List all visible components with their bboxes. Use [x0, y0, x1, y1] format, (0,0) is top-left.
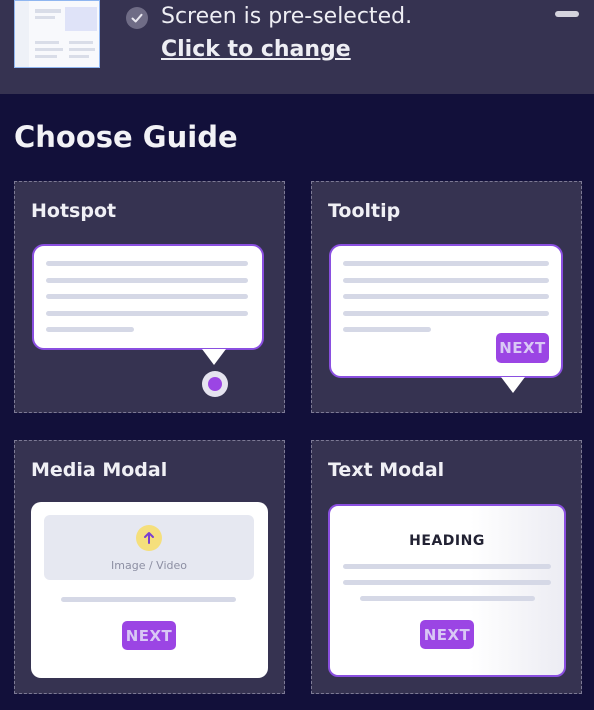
minimize-icon[interactable]: [555, 11, 579, 17]
text-line: [343, 327, 431, 332]
text-line: [343, 261, 549, 266]
text-line: [343, 580, 551, 585]
guide-card-hotspot[interactable]: Hotspot: [14, 181, 285, 413]
guide-card-title: Media Modal: [31, 459, 168, 481]
text-line: [46, 311, 248, 316]
upload-arrow-icon: [136, 525, 162, 551]
text-line: [46, 278, 248, 283]
text-line: [343, 278, 549, 283]
guide-card-title: Hotspot: [31, 200, 117, 222]
next-button: NEXT: [420, 620, 474, 649]
text-line: [46, 261, 248, 266]
guide-card-text-modal[interactable]: Text Modal HEADING NEXT: [311, 440, 582, 694]
text-line: [343, 294, 549, 299]
text-modal-preview: HEADING NEXT: [328, 504, 566, 677]
guide-card-title: Text Modal: [328, 459, 445, 481]
thumbnail-block: [69, 55, 89, 58]
thumbnail-chart: [65, 7, 97, 31]
tooltip-preview-bubble: NEXT: [329, 244, 563, 378]
modal-heading: HEADING: [409, 533, 485, 549]
thumbnail-block: [69, 48, 95, 51]
next-button: NEXT: [122, 621, 176, 650]
text-line: [46, 327, 134, 332]
guide-card-media-modal[interactable]: Media Modal Image / Video NEXT: [14, 440, 285, 694]
screen-selection-bar: Screen is pre-selected. Click to change: [0, 0, 594, 94]
guide-card-tooltip[interactable]: Tooltip NEXT: [311, 181, 582, 413]
text-line: [343, 564, 551, 569]
screen-thumbnail[interactable]: [14, 0, 100, 68]
thumbnail-sidebar: [15, 1, 29, 67]
preselected-status: Screen is pre-selected.: [161, 4, 413, 29]
thumbnail-block: [35, 48, 63, 51]
thumbnail-block: [35, 9, 61, 13]
thumbnail-block: [35, 41, 59, 44]
page-title: Choose Guide: [14, 120, 238, 154]
check-icon: [126, 7, 148, 29]
media-placeholder: Image / Video: [44, 515, 254, 580]
media-modal-preview: Image / Video NEXT: [31, 502, 268, 678]
bubble-tail: [202, 349, 226, 365]
next-button: NEXT: [496, 333, 549, 363]
media-placeholder-label: Image / Video: [111, 559, 187, 572]
text-line: [46, 294, 248, 299]
thumbnail-block: [35, 55, 57, 58]
guide-card-title: Tooltip: [328, 200, 401, 222]
text-line: [343, 311, 549, 316]
bubble-tail: [501, 377, 525, 393]
thumbnail-block: [69, 41, 93, 44]
text-line: [61, 597, 236, 602]
thumbnail-block: [35, 16, 55, 19]
text-line: [360, 596, 535, 601]
change-screen-link[interactable]: Click to change: [161, 37, 351, 62]
hotspot-dot-icon: [202, 371, 228, 397]
hotspot-preview-bubble: [32, 244, 264, 350]
